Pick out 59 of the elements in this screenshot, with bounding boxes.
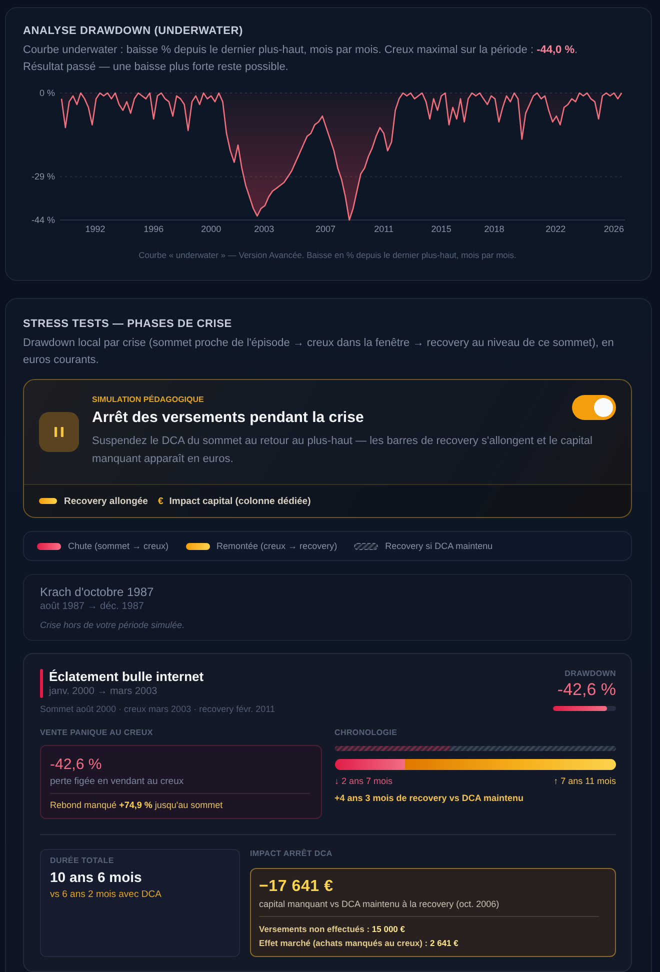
- x-axis-label: 2003: [254, 224, 274, 234]
- x-axis-label: 1996: [144, 224, 164, 234]
- section-title: ANALYSE DRAWDOWN (UNDERWATER): [23, 25, 244, 38]
- x-axis-label: 2011: [374, 224, 394, 234]
- risk-note: Résultat passé — une baisse plus forte reste possible.: [23, 60, 290, 75]
- pause-icon: [39, 412, 79, 452]
- simulation-eyebrow: SIMULATION PÉDAGOGIQUE: [92, 395, 205, 405]
- x-axis-label: 2018: [484, 224, 504, 234]
- panel-label: DURÉE TOTALE: [50, 856, 115, 866]
- x-axis-label: 2015: [431, 224, 452, 234]
- legend-label: Impact capital (colonne dédiée): [169, 496, 311, 506]
- panic-loss-caption: perte figée en vendant au creux: [50, 775, 185, 788]
- x-axis-label: 2026: [604, 224, 624, 234]
- crisis-title: Éclatement bulle internet: [49, 669, 204, 685]
- euro-sign: €: [158, 496, 164, 506]
- y-axis-label: 0 %: [39, 88, 55, 98]
- crisis-title: Krach d'octobre 1987: [40, 584, 155, 600]
- crisis-period: janv. 2000 → mars 2003: [49, 685, 158, 698]
- x-axis-label: 2007: [315, 224, 336, 234]
- rise-swatch-icon: [186, 542, 210, 550]
- section-description: Courbe underwater : baisse % depuis le dernier plus-haut, mois par mois. Creux maximal sur la période : -44,0 %.: [23, 43, 579, 58]
- section-description: Drawdown local par crise (sommet proche de l'épisode → creux dans la fenêtre → recovery au niveau de ce sommet), en euros courants.: [23, 336, 615, 368]
- panic-loss-value: -42,6 %: [50, 756, 103, 774]
- extra-recovery-text: +4 ans 3 mois de recovery vs DCA maintenu: [334, 792, 524, 804]
- drawdown-label: DRAWDOWN: [564, 669, 616, 679]
- y-axis-label: -44 %: [31, 215, 55, 225]
- missed-rebound-text: Rebond manqué +74,9 % jusqu'au sommet: [50, 799, 224, 811]
- impact-detail: Effet marché (achats manqués au creux) : 2 641 €: [259, 937, 460, 950]
- fall-duration: ↓ 2 ans 7 mois: [334, 775, 393, 787]
- chart-caption: Courbe « underwater » — Version Avancée. Baisse en % depuis le dernier plus-haut, mois par mois.: [138, 249, 518, 261]
- accent-bar: [40, 669, 43, 698]
- crisis-note: Crise hors de votre période simulée.: [40, 619, 186, 631]
- simulation-toggle[interactable]: [572, 395, 616, 420]
- simulation-description: Suspendez le DCA du sommet au retour au plus-haut — les barres de recovery s'allongent et le capital manquant apparaît en euros.: [92, 434, 594, 467]
- x-axis-label: 2022: [546, 224, 566, 234]
- panel-label: IMPACT ARRÊT DCA: [250, 849, 334, 859]
- fall-swatch-icon: [37, 542, 61, 550]
- legend-label: Recovery allongée: [64, 496, 148, 506]
- impact-value: −17 641 €: [259, 878, 334, 896]
- legend-label: Recovery si DCA maintenu: [385, 541, 493, 551]
- crisis-period: août 1987 → déc. 1987: [40, 600, 145, 613]
- bar-swatch-icon: [39, 498, 57, 504]
- crisis-dates: Sommet août 2000 · creux mars 2003 · recovery févr. 2011: [40, 703, 275, 715]
- impact-detail: Versements non effectués : 15 000 €: [259, 923, 406, 936]
- x-axis-label: 1992: [85, 224, 106, 234]
- drawdown-value: -42,6 %: [557, 680, 616, 700]
- legend-label: Remontée (creux → recovery): [216, 541, 338, 551]
- duration-comparison: vs 6 ans 2 mois avec DCA: [50, 889, 162, 901]
- simulation-title: Arrêt des versements pendant la crise: [92, 408, 364, 427]
- rise-duration: ↑ 7 ans 11 mois: [554, 775, 616, 787]
- y-axis-label: -29 %: [31, 172, 55, 182]
- panel-label: VENTE PANIQUE AU CREUX: [40, 728, 154, 738]
- panel-label: CHRONOLOGIE: [334, 728, 398, 738]
- legend-label: Chute (sommet → creux): [68, 541, 169, 551]
- x-axis-label: 2000: [201, 224, 222, 234]
- total-duration-value: 10 ans 6 mois: [50, 869, 143, 886]
- hatched-swatch-icon: [354, 542, 378, 550]
- section-title: STRESS TESTS — PHASES DE CRISE: [23, 318, 233, 331]
- impact-caption: capital manquant vs DCA maintenu à la recovery (oct. 2006): [259, 898, 500, 910]
